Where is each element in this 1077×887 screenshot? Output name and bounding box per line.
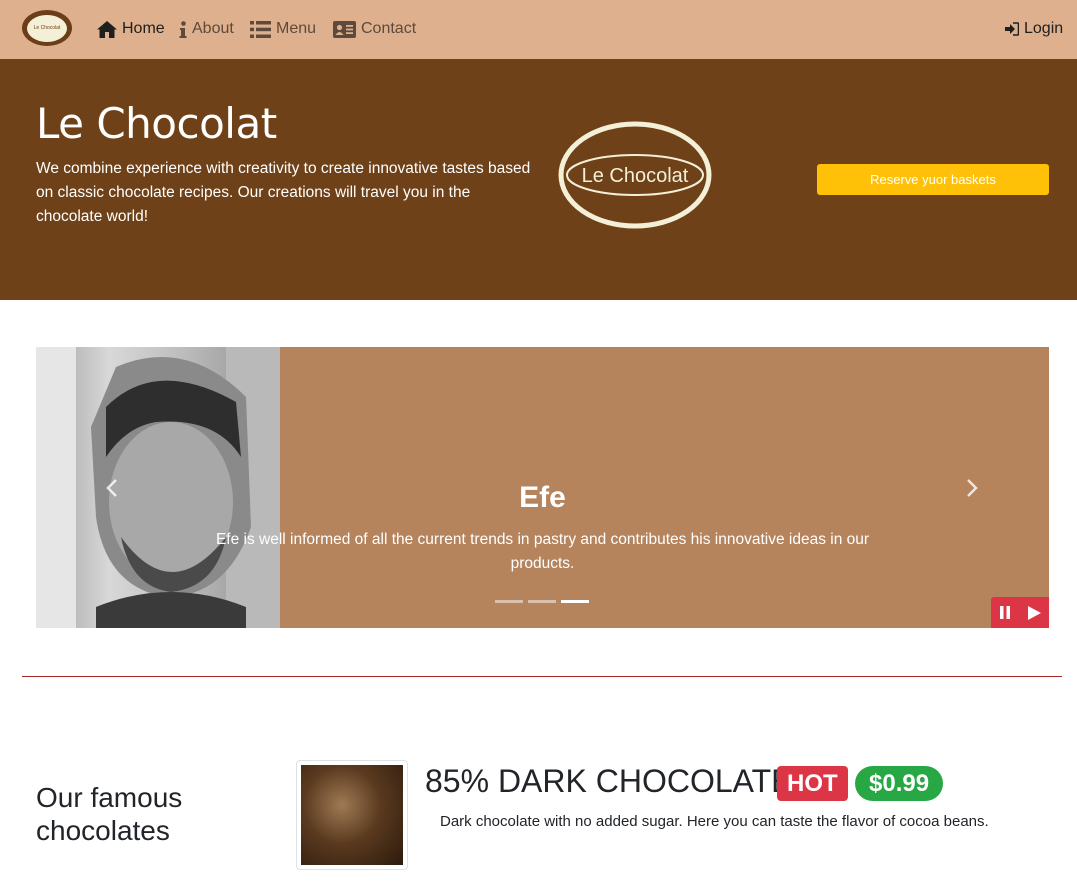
price-badge: $0.99 bbox=[855, 766, 944, 801]
pause-icon[interactable] bbox=[999, 606, 1011, 619]
carousel-next-button[interactable] bbox=[952, 472, 992, 504]
brand-logo[interactable]: Le Chocolat bbox=[22, 10, 72, 46]
carousel-prev-button[interactable] bbox=[92, 472, 132, 504]
list-icon bbox=[250, 20, 271, 38]
home-icon bbox=[97, 20, 117, 38]
sign-in-icon bbox=[1005, 22, 1019, 36]
carousel-indicator[interactable] bbox=[495, 600, 523, 603]
navbar: Le Chocolat Home About Menu Contact Logi… bbox=[0, 0, 1077, 59]
product-name: 85% DARK CHOCOLATE bbox=[425, 763, 793, 799]
product-thumbnail[interactable] bbox=[296, 760, 408, 870]
carousel-indicators bbox=[495, 600, 589, 603]
hero-banner: Le Chocolat We combine experience with c… bbox=[0, 59, 1077, 300]
slide-title: Efe bbox=[519, 481, 566, 514]
nav-home-label: Home bbox=[122, 20, 165, 37]
famous-section-title: Our famous chocolates bbox=[36, 782, 183, 846]
hot-badge: HOT bbox=[777, 766, 848, 801]
nav-menu[interactable]: Menu bbox=[250, 18, 316, 40]
nav-contact[interactable]: Contact bbox=[333, 18, 416, 40]
nav-menu-label: Menu bbox=[276, 20, 317, 37]
team-carousel: Efe Efe is well informed of all the curr… bbox=[36, 347, 1049, 628]
section-divider bbox=[22, 676, 1062, 677]
nav-login-label: Login bbox=[1024, 20, 1064, 37]
carousel-indicator[interactable] bbox=[528, 600, 556, 603]
product-description: Dark chocolate with no added sugar. Here… bbox=[440, 813, 989, 830]
chevron-right-icon bbox=[967, 479, 978, 497]
nav-contact-label: Contact bbox=[361, 20, 417, 37]
reserve-baskets-button[interactable]: Reserve yuor baskets bbox=[817, 164, 1049, 195]
hero-description: We combine experience with creativity to… bbox=[36, 160, 531, 225]
logo-text: Le Chocolat bbox=[582, 165, 689, 187]
play-icon[interactable] bbox=[1027, 605, 1041, 620]
slide-caption: Efe is well informed of all the current … bbox=[215, 531, 870, 572]
carousel-playback-controls bbox=[991, 597, 1049, 628]
nav-about-label: About bbox=[192, 20, 234, 37]
product-image bbox=[301, 765, 403, 865]
nav-home[interactable]: Home bbox=[97, 18, 165, 40]
nav-about[interactable]: About bbox=[179, 18, 234, 40]
brand-logo-text: Le Chocolat bbox=[27, 14, 67, 42]
info-icon bbox=[179, 20, 187, 38]
nav-login[interactable]: Login bbox=[1005, 18, 1063, 40]
carousel-indicator-active[interactable] bbox=[561, 600, 589, 603]
chevron-left-icon bbox=[106, 479, 117, 497]
chocolat-logo: Le Chocolat bbox=[558, 121, 712, 229]
hero-title: Le Chocolat bbox=[36, 99, 277, 148]
address-card-icon bbox=[333, 20, 356, 38]
